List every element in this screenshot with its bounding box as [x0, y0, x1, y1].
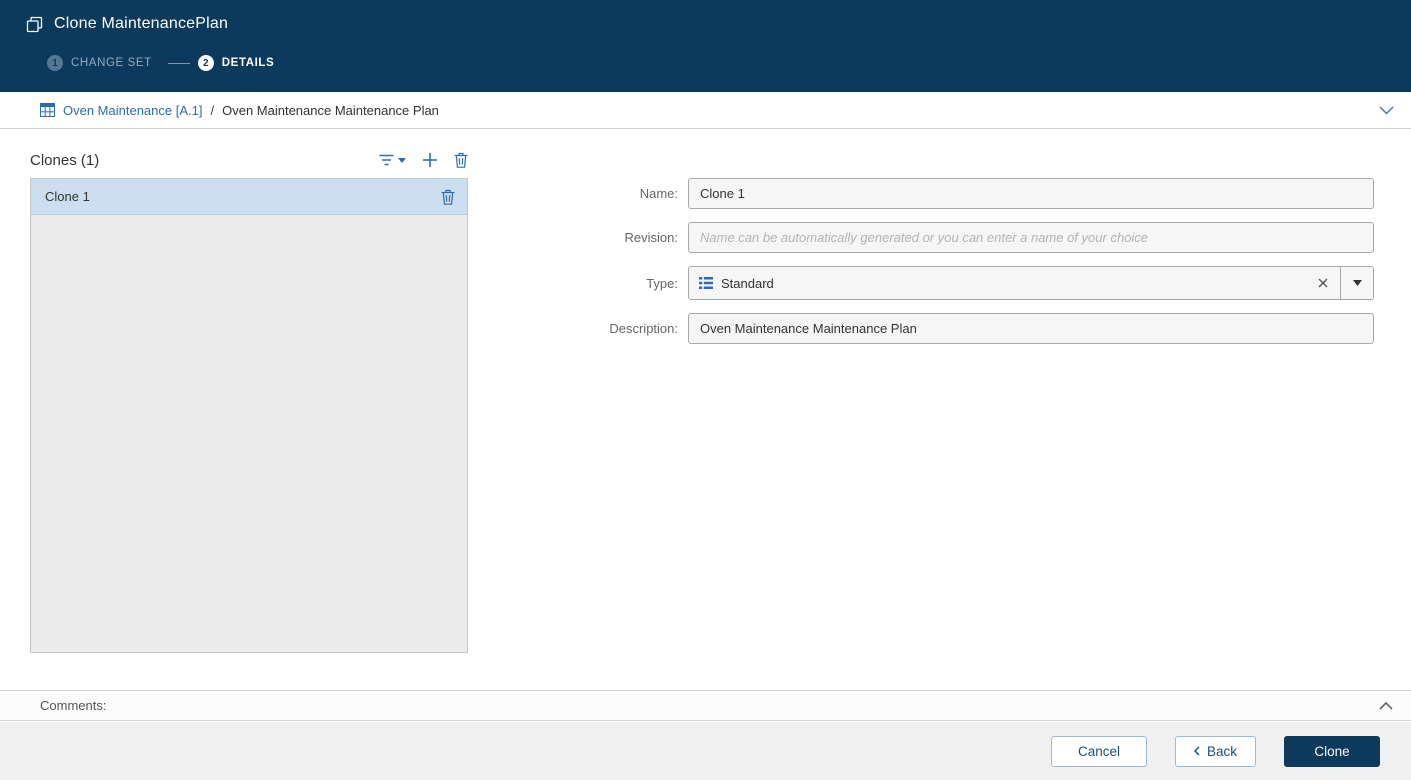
comments-section[interactable]: Comments: — [0, 690, 1411, 721]
clones-panel-header: Clones (1) — [30, 148, 468, 172]
filter-icon[interactable] — [379, 154, 406, 167]
clone-list-item[interactable]: Clone 1 — [31, 179, 467, 215]
cancel-button[interactable]: Cancel — [1050, 735, 1147, 767]
name-label: Name: — [639, 186, 678, 201]
details-form: Name: Revision: Type: Stan — [528, 178, 1381, 357]
step-1-circle: 1 — [47, 55, 63, 71]
step-details[interactable]: 2 DETAILS — [197, 55, 275, 71]
step-indicator: 1 CHANGE SET 2 DETAILS — [47, 55, 1411, 71]
chevron-down-icon[interactable] — [1379, 105, 1394, 115]
clone-button[interactable]: Clone — [1284, 735, 1380, 767]
dialog-header: Clone MaintenancePlan 1 CHANGE SET 2 DET… — [0, 0, 1411, 92]
clones-panel: Clones (1) Clone 1 — [30, 148, 468, 653]
breadcrumb-parent-link[interactable]: Oven Maintenance [A.1] — [63, 103, 202, 118]
breadcrumb-current: Oven Maintenance Maintenance Plan — [222, 102, 439, 118]
clone-button-label: Clone — [1314, 743, 1350, 759]
delete-clone-icon[interactable] — [454, 152, 468, 168]
type-label: Type: — [646, 275, 678, 291]
back-button[interactable]: Back — [1174, 735, 1256, 767]
breadcrumb-separator: / — [210, 102, 215, 118]
clear-type-icon[interactable] — [1306, 274, 1340, 292]
step-change-set[interactable]: 1 CHANGE SET — [47, 55, 152, 71]
step-connector — [167, 62, 190, 64]
clone-item-label: Clone 1 — [45, 189, 90, 204]
description-field[interactable] — [688, 313, 1374, 344]
breadcrumb: Oven Maintenance [A.1] / Oven Maintenanc… — [0, 92, 1411, 129]
clones-list: Clone 1 — [30, 178, 468, 653]
main-content: Clones (1) Clone 1 Name: Clone 1 Revisio… — [0, 129, 1411, 690]
back-chevron-icon — [1193, 746, 1200, 756]
clone-icon — [26, 16, 43, 33]
name-field[interactable] — [688, 178, 1374, 209]
type-field[interactable]: Standard — [688, 266, 1374, 300]
item-type-icon — [40, 103, 55, 117]
dialog-footer: Cancel Back Clone — [0, 722, 1411, 780]
step-2-circle: 2 — [197, 55, 214, 71]
step-2-label: DETAILS — [221, 57, 275, 69]
type-dropdown-button[interactable] — [1340, 267, 1373, 299]
description-label: Description: — [609, 321, 678, 336]
revision-label: Revision: — [624, 230, 678, 245]
back-button-label: Back — [1206, 743, 1237, 759]
add-clone-icon[interactable] — [422, 152, 438, 168]
cancel-button-label: Cancel — [1077, 743, 1120, 759]
clones-toolbar — [379, 152, 468, 168]
type-list-icon — [699, 277, 713, 289]
clones-panel-title: Clones (1) — [30, 151, 100, 169]
revision-field[interactable] — [688, 222, 1374, 253]
comments-label: Comments: — [40, 698, 107, 713]
chevron-up-icon[interactable] — [1379, 701, 1393, 710]
dialog-title: Clone MaintenancePlan — [54, 15, 229, 32]
type-value: Standard — [721, 275, 774, 291]
clone-maintenance-plan-dialog: Clone MaintenancePlan 1 CHANGE SET 2 DET… — [0, 0, 1411, 780]
trash-icon[interactable] — [441, 189, 455, 205]
step-1-label: CHANGE SET — [71, 57, 152, 69]
